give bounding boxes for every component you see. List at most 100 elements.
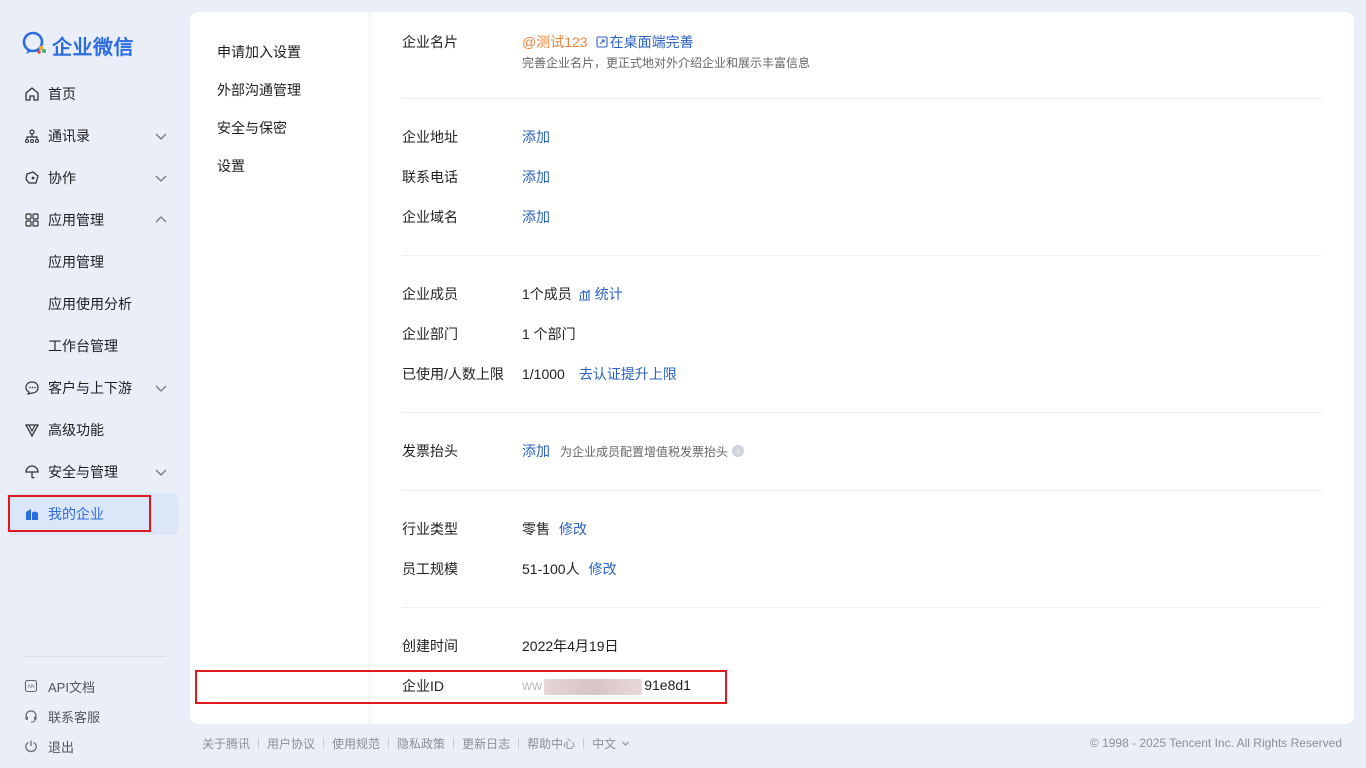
domain-label: 企业域名	[402, 209, 458, 225]
departments-label: 企业部门	[402, 326, 458, 342]
members-stats-label: 统计	[594, 286, 623, 302]
edit-industry-link[interactable]: 修改	[559, 519, 587, 539]
api-doc-icon: API	[24, 679, 38, 693]
phone-label: 联系电话	[402, 169, 458, 185]
divider	[518, 737, 520, 749]
member-limit-value: 1/1000	[522, 366, 565, 382]
contact-support-link[interactable]: 联系客服	[24, 701, 166, 731]
divider	[402, 412, 1322, 413]
member-limit-row: 已使用/人数上限 1/1000 去认证提升上限	[402, 364, 1322, 384]
members-row: 企业成员 1个成员 统计	[402, 284, 1322, 304]
footer-link-changelog[interactable]: 更新日志	[462, 735, 510, 752]
stats-icon	[578, 288, 591, 301]
sidebar-item-customers[interactable]: 客户与上下游	[8, 367, 178, 409]
org-chart-icon	[24, 128, 40, 144]
subnav-external-communication[interactable]: 外部沟通管理	[190, 71, 369, 109]
sidebar-item-app-management[interactable]: 应用管理	[8, 199, 178, 241]
api-docs-link[interactable]: API API文档	[24, 671, 166, 701]
external-link-icon	[596, 36, 608, 48]
chevron-down-icon	[154, 465, 168, 479]
verify-upgrade-limit-link[interactable]: 去认证提升上限	[579, 364, 677, 384]
subnav-join-settings[interactable]: 申请加入设置	[190, 33, 369, 71]
divider	[402, 255, 1322, 256]
domain-row: 企业域名 添加	[402, 207, 1322, 227]
logo[interactable]: 企业微信	[22, 30, 134, 61]
company-card-row: 企业名片 @测试123 在桌面端完善	[402, 32, 1322, 52]
advanced-icon	[24, 422, 40, 438]
divider	[258, 737, 260, 749]
sidebar-item-collaboration[interactable]: 协作	[8, 157, 178, 199]
phone-row: 联系电话 添加	[402, 167, 1322, 187]
company-card-hint-row: 完善企业名片，更正式地对外介绍企业和展示丰富信息	[402, 54, 1322, 70]
sidebar-item-label: 高级功能	[48, 422, 104, 438]
divider	[402, 607, 1322, 608]
address-row: 企业地址 添加	[402, 127, 1322, 147]
edit-staff-size-link[interactable]: 修改	[589, 559, 617, 579]
add-domain-link[interactable]: 添加	[522, 207, 550, 227]
company-id-label: 企业ID	[402, 678, 444, 694]
divider	[583, 737, 585, 749]
members-value: 1个成员	[522, 286, 572, 302]
side-link-label: 联系客服	[48, 709, 101, 725]
sidebar-item-security[interactable]: 安全与管理	[8, 451, 178, 493]
sidebar: 企业微信 首页 通讯录 协作 应用管理 应用管理 应用使用分析 工作台管理 客户…	[0, 0, 190, 768]
sidebar-subitem-workbench-management[interactable]: 工作台管理	[8, 325, 178, 367]
main-card: 申请加入设置 外部沟通管理 安全与保密 设置 企业名片 @测试123 在桌面端完…	[190, 12, 1354, 724]
company-card-label: 企业名片	[402, 34, 458, 50]
sidebar-item-label: 安全与管理	[48, 464, 118, 480]
sidebar-nav: 首页 通讯录 协作 应用管理 应用管理 应用使用分析 工作台管理 客户与上下游	[8, 73, 178, 535]
company-card-name: @测试123	[522, 34, 588, 50]
complete-on-desktop-label: 在桌面端完善	[609, 34, 694, 50]
sidebar-item-label: 应用管理	[48, 212, 104, 228]
sidebar-item-contacts[interactable]: 通讯录	[8, 115, 178, 157]
departments-row: 企业部门 1 个部门	[402, 324, 1322, 344]
subnav-security-privacy[interactable]: 安全与保密	[190, 109, 369, 147]
sidebar-item-advanced[interactable]: 高级功能	[8, 409, 178, 451]
chevron-down-icon	[154, 381, 168, 395]
complete-on-desktop-link[interactable]: 在桌面端完善	[596, 32, 694, 52]
divider	[402, 490, 1322, 491]
sidebar-item-label: 我的企业	[48, 506, 104, 522]
footer: 关于腾讯 用户协议 使用规范 隐私政策 更新日志 帮助中心 中文 © 1998 …	[202, 734, 1342, 752]
footer-link-help[interactable]: 帮助中心	[527, 735, 575, 752]
info-icon[interactable]: i	[732, 445, 745, 457]
chevron-down-icon	[154, 171, 168, 185]
subnav-settings[interactable]: 设置	[190, 147, 369, 185]
footer-link-privacy[interactable]: 隐私政策	[397, 735, 445, 752]
logo-text: 企业微信	[52, 36, 134, 59]
company-id-value[interactable]: ww 91e8d1	[522, 677, 691, 695]
staff-size-row: 员工规模 51-100人 修改	[402, 559, 1322, 579]
footer-link-usage-rules[interactable]: 使用规范	[332, 735, 380, 752]
sidebar-subitem-app-usage-analysis[interactable]: 应用使用分析	[8, 283, 178, 325]
footer-links: 关于腾讯 用户协议 使用规范 隐私政策 更新日志 帮助中心 中文	[202, 735, 630, 752]
company-id-suffix: 91e8d1	[644, 677, 691, 694]
divider	[388, 737, 390, 749]
industry-row: 行业类型 零售 修改	[402, 519, 1322, 539]
company-id-row: 企业ID ww 91e8d1	[402, 676, 1322, 696]
wecom-logo-icon	[22, 30, 48, 61]
add-address-link[interactable]: 添加	[522, 127, 550, 147]
sidebar-item-label: 应用管理	[48, 254, 104, 270]
footer-link-about[interactable]: 关于腾讯	[202, 735, 250, 752]
sidebar-item-label: 通讯录	[48, 128, 90, 144]
members-stats-link[interactable]: 统计	[578, 284, 623, 304]
add-invoice-link[interactable]: 添加	[522, 441, 550, 461]
logout-link[interactable]: 退出	[24, 731, 166, 761]
language-label: 中文	[592, 736, 617, 751]
divider	[453, 737, 455, 749]
industry-label: 行业类型	[402, 521, 458, 537]
sidebar-bottom: API API文档 联系客服 退出	[24, 656, 166, 761]
divider	[402, 98, 1322, 99]
footer-link-user-agreement[interactable]: 用户协议	[267, 735, 315, 752]
staff-size-value: 51-100人	[522, 561, 580, 577]
invoice-label: 发票抬头	[402, 443, 458, 459]
side-link-label: API文档	[48, 679, 95, 695]
language-select[interactable]: 中文	[592, 735, 630, 752]
sidebar-item-home[interactable]: 首页	[8, 73, 178, 115]
sidebar-item-label: 客户与上下游	[48, 380, 132, 396]
copyright: © 1998 - 2025 Tencent Inc. All Rights Re…	[1089, 736, 1342, 750]
company-card-hint: 完善企业名片，更正式地对外介绍企业和展示丰富信息	[522, 55, 811, 70]
sidebar-item-my-company[interactable]: 我的企业	[8, 493, 178, 535]
add-phone-link[interactable]: 添加	[522, 167, 550, 187]
sidebar-subitem-app-management[interactable]: 应用管理	[8, 241, 178, 283]
